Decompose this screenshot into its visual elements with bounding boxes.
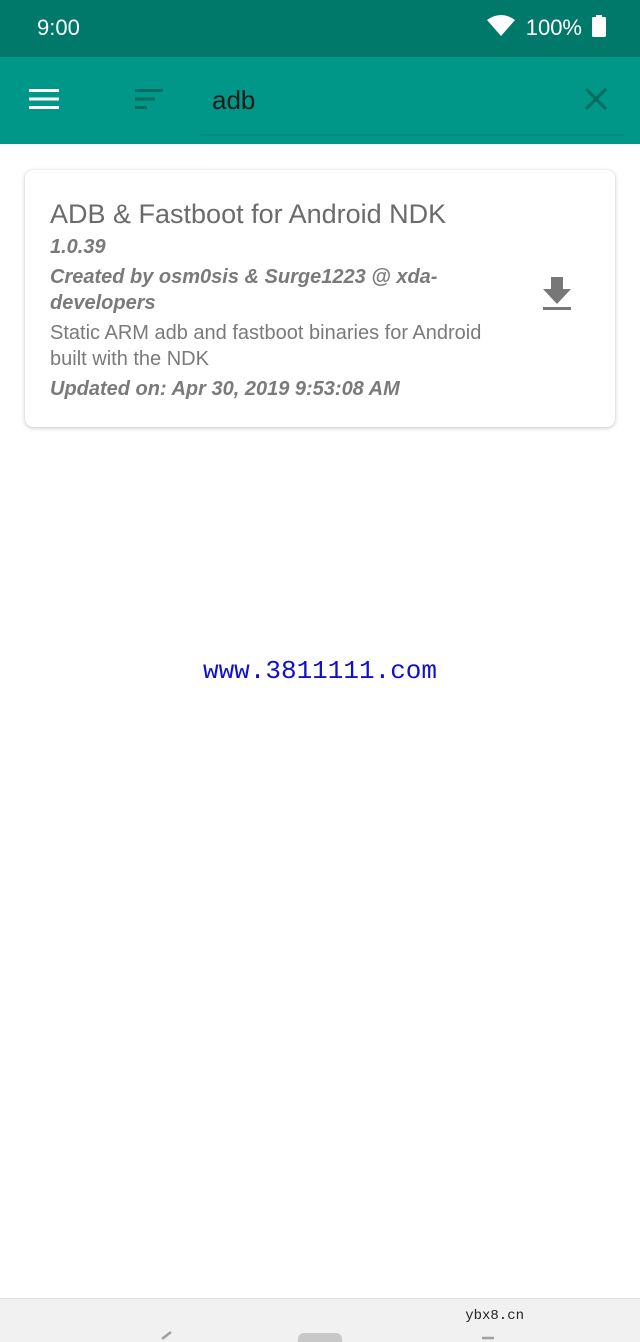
home-button[interactable] [298,1333,342,1342]
download-button[interactable] [535,274,579,318]
module-title: ADB & Fastboot for Android NDK [50,199,447,229]
close-icon [584,87,608,115]
battery-percentage: 100% [525,15,582,40]
sort-button[interactable] [128,81,172,121]
sort-icon [135,88,165,115]
watermark-text: www.3811111.com [202,656,438,686]
menu-button[interactable] [22,81,66,121]
footer-domain: ybx8.cn [465,1308,524,1324]
module-description: Static ARM adb and fastboot binaries for… [50,322,482,370]
status-bar: 9:00 100% [0,0,640,57]
status-time: 9:00 [37,15,80,40]
module-card[interactable]: ADB & Fastboot for Android NDK 1.0.39 Cr… [25,170,615,427]
module-author: Created by osm0sis & Surge1223 @ xda-dev… [50,266,438,314]
status-icons: 100% [486,14,606,42]
menu-icon [29,88,59,115]
battery-icon [592,14,606,42]
search-input[interactable] [200,77,620,123]
search-underline [200,134,624,136]
navigation-bar: ybx8.cn [0,1298,640,1342]
wifi-icon [486,14,516,42]
back-button[interactable] [156,1331,176,1342]
module-updated: Updated on: Apr 30, 2019 9:53:08 AM [50,378,400,400]
recents-button[interactable] [478,1333,498,1342]
recents-icon [478,1333,498,1342]
app-bar [0,57,640,144]
module-version: 1.0.39 [50,236,106,258]
back-icon [159,1331,173,1342]
clear-search-button[interactable] [574,79,618,123]
download-icon [542,276,572,316]
